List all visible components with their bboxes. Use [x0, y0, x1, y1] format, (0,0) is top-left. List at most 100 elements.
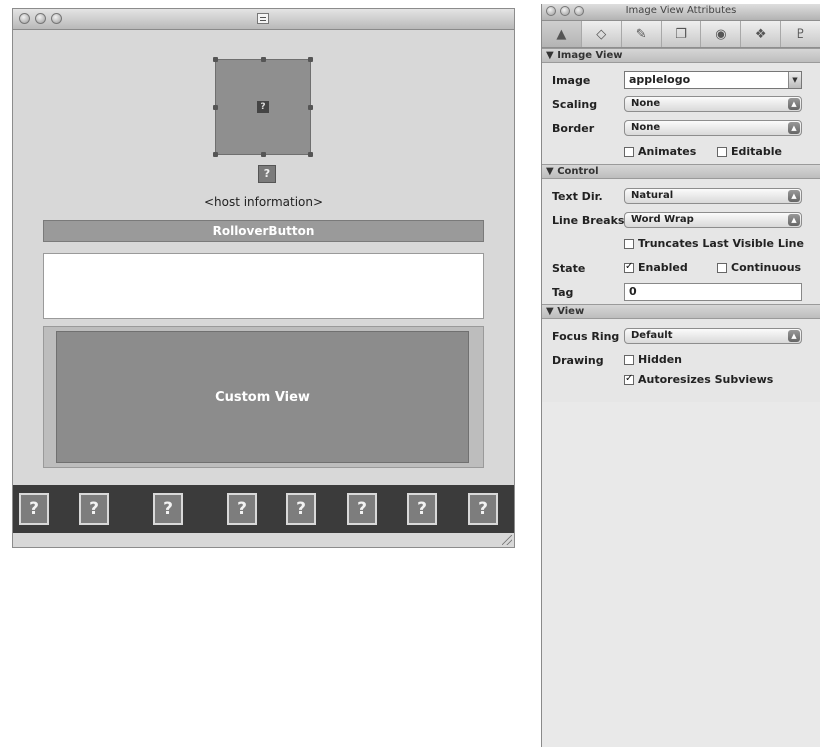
focus-ring-value: Default: [631, 330, 673, 341]
focus-ring-popup[interactable]: Default ▲: [624, 328, 802, 344]
window-titlebar[interactable]: [13, 9, 514, 30]
custom-view[interactable]: Custom View: [56, 331, 469, 463]
inspector-panel: Image View Attributes ▲ ◇ ✎ ❐ ◉ ❖ ♇ ▼ Im…: [541, 4, 820, 747]
border-row: Border None ▲: [542, 116, 820, 140]
updown-arrows-icon: ▲: [788, 190, 800, 202]
design-window: ? ? <host information> RolloverButton Cu…: [12, 8, 515, 548]
text-dir-row: Text Dir. Natural ▲: [542, 184, 820, 208]
hidden-checkbox[interactable]: Hidden: [624, 353, 682, 366]
tab-attributes[interactable]: ▲: [542, 21, 582, 47]
updown-arrows-icon: ▲: [788, 98, 800, 110]
hidden-label: Hidden: [638, 353, 683, 366]
tab-connections[interactable]: ❐: [662, 21, 702, 47]
border-value: None: [631, 122, 661, 133]
checkbox-box: [624, 375, 634, 385]
section-header-image-view[interactable]: ▼ Image View: [542, 48, 820, 63]
border-popup[interactable]: None ▲: [624, 120, 802, 136]
resize-handle[interactable]: [261, 57, 266, 62]
image-view[interactable]: ?: [213, 57, 313, 157]
info-icon: ❖: [754, 26, 767, 42]
identity-icon: ♇: [794, 26, 807, 42]
window-resize-grip[interactable]: [502, 535, 512, 545]
toolbar-item-button[interactable]: ?: [286, 493, 316, 525]
resize-handle[interactable]: [213, 105, 218, 110]
toolbar-item-button[interactable]: ?: [79, 493, 109, 525]
tab-identity[interactable]: ♇: [781, 21, 820, 47]
text-view[interactable]: [43, 253, 484, 319]
section-header-control[interactable]: ▼ Control: [542, 164, 820, 179]
image-combo-box[interactable]: applelogo ▼: [624, 71, 802, 89]
resize-handle[interactable]: [213, 152, 218, 157]
checkbox-box: [717, 263, 727, 273]
disclosure-triangle-icon: ▼: [546, 306, 554, 317]
resize-handle[interactable]: [308, 152, 313, 157]
minimize-button[interactable]: [35, 13, 46, 24]
resize-handle[interactable]: [308, 57, 313, 62]
tab-bindings[interactable]: ◉: [701, 21, 742, 47]
animates-checkbox[interactable]: Animates: [624, 145, 696, 158]
toolbar-item-button[interactable]: ?: [347, 493, 377, 525]
host-information-label[interactable]: <host information>: [13, 195, 514, 209]
inspector-empty-area: [542, 402, 820, 747]
continuous-checkbox[interactable]: Continuous: [717, 261, 801, 274]
effects-icon: ◇: [596, 26, 607, 42]
toolbar-item-button[interactable]: ?: [468, 493, 498, 525]
animates-label: Animates: [638, 145, 697, 158]
text-dir-popup[interactable]: Natural ▲: [624, 188, 802, 204]
line-breaks-row: Line Breaks Word Wrap ▲: [542, 208, 820, 232]
custom-view-container: Custom View: [43, 326, 484, 468]
host-image-icon[interactable]: ?: [258, 165, 276, 183]
attributes-icon: ▲: [556, 26, 567, 42]
line-breaks-value: Word Wrap: [631, 214, 694, 225]
text-dir-value: Natural: [631, 190, 674, 201]
custom-view-label: Custom View: [215, 389, 310, 405]
toolbar-item-button[interactable]: ?: [153, 493, 183, 525]
inspector-titlebar[interactable]: Image View Attributes: [542, 4, 820, 21]
section-title: View: [557, 306, 585, 317]
inspector-tabs: ▲ ◇ ✎ ❐ ◉ ❖ ♇: [542, 21, 820, 48]
resize-handle[interactable]: [308, 105, 313, 110]
line-breaks-popup[interactable]: Word Wrap ▲: [624, 212, 802, 228]
truncates-checkbox[interactable]: Truncates Last Visible Line: [624, 237, 804, 250]
autoresizes-checkbox[interactable]: Autoresizes Subviews: [624, 373, 773, 386]
checkbox-box: [624, 263, 634, 273]
resize-handle[interactable]: [213, 57, 218, 62]
toolbar-item-button[interactable]: ?: [227, 493, 257, 525]
image-options-row: Animates Editable: [542, 140, 820, 164]
tab-effects[interactable]: ◇: [582, 21, 622, 47]
updown-arrows-icon: ▲: [788, 330, 800, 342]
resize-handle[interactable]: [261, 152, 266, 157]
image-value: applelogo: [629, 73, 691, 86]
toolbar-item-button[interactable]: ?: [407, 493, 437, 525]
tag-label: Tag: [552, 286, 574, 299]
autoresizes-row: Autoresizes Subviews: [542, 368, 820, 392]
checkbox-box: [624, 355, 634, 365]
tag-field[interactable]: 0: [624, 283, 802, 301]
size-icon: ✎: [635, 26, 647, 42]
focus-ring-row: Focus Ring Default ▲: [542, 324, 820, 348]
updown-arrows-icon: ▲: [788, 214, 800, 226]
state-row: State Enabled Continuous: [542, 256, 820, 280]
connections-icon: ❐: [675, 26, 687, 42]
chevron-down-icon[interactable]: ▼: [788, 72, 801, 88]
editable-label: Editable: [731, 145, 782, 158]
editable-checkbox[interactable]: Editable: [717, 145, 782, 158]
zoom-button[interactable]: [51, 13, 62, 24]
section-title: Image View: [557, 50, 623, 61]
toolbar-item-button[interactable]: ?: [19, 493, 49, 525]
rollover-button[interactable]: RolloverButton: [43, 220, 484, 242]
disclosure-triangle-icon: ▼: [546, 50, 554, 61]
enabled-checkbox[interactable]: Enabled: [624, 261, 688, 274]
checkbox-box: [717, 147, 727, 157]
close-button[interactable]: [19, 13, 30, 24]
tab-info[interactable]: ❖: [741, 21, 782, 47]
window-proxy-icon: [257, 13, 269, 24]
line-breaks-label: Line Breaks: [552, 214, 625, 227]
section-header-view[interactable]: ▼ View: [542, 304, 820, 319]
image-placeholder-icon: ?: [257, 101, 269, 113]
checkbox-box: [624, 147, 634, 157]
autoresizes-label: Autoresizes Subviews: [638, 373, 774, 386]
tab-size[interactable]: ✎: [622, 21, 662, 47]
disclosure-triangle-icon: ▼: [546, 166, 554, 177]
scaling-popup[interactable]: None ▲: [624, 96, 802, 112]
